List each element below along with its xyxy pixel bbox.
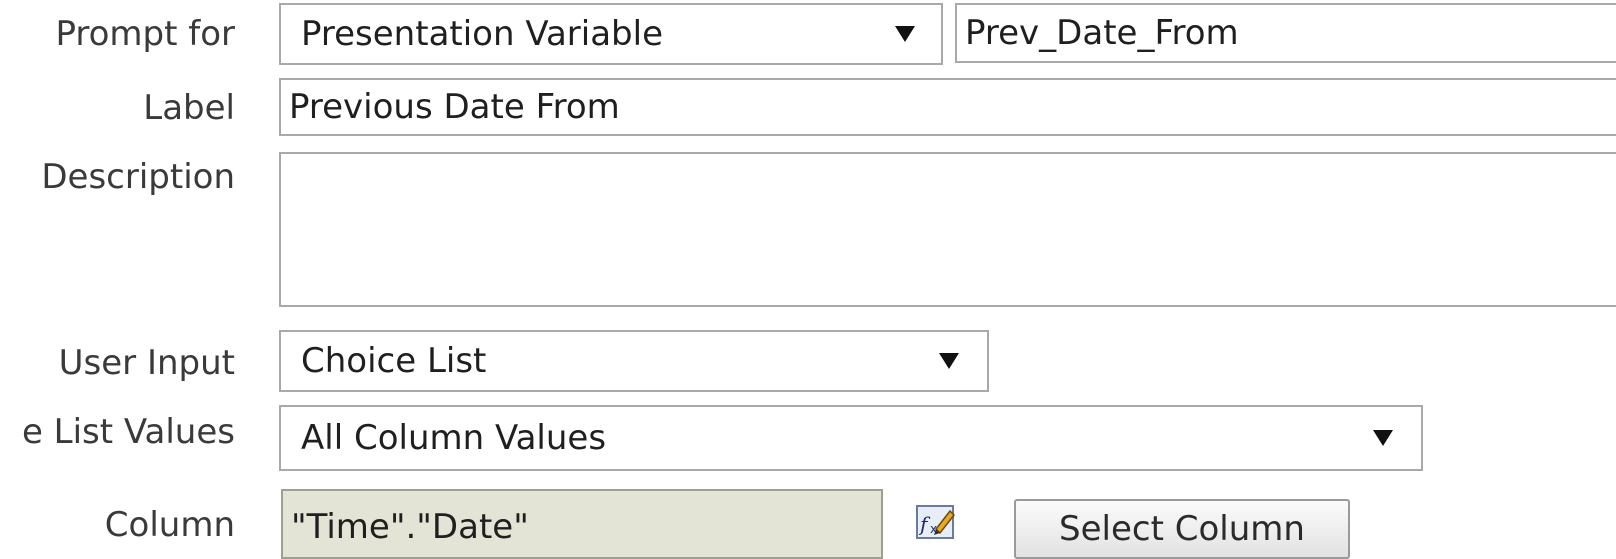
user-input-value: Choice List <box>301 341 487 381</box>
user-input-select[interactable]: Choice List <box>279 330 989 392</box>
chevron-down-icon <box>1373 430 1393 446</box>
description-label: Description <box>41 157 235 197</box>
prompt-for-type-value: Presentation Variable <box>301 14 663 54</box>
chevron-down-icon <box>939 353 959 369</box>
select-column-button[interactable]: Select Column <box>1014 499 1350 559</box>
user-input-label: User Input <box>58 343 235 383</box>
column-value: "Time"."Date" <box>291 507 529 547</box>
label-label: Label <box>143 88 235 128</box>
list-values-value: All Column Values <box>301 418 607 458</box>
column-label: Column <box>104 505 235 545</box>
chevron-down-icon <box>895 26 915 42</box>
select-column-button-label: Select Column <box>1059 509 1305 549</box>
variable-name-value: Prev_Date_From <box>965 13 1239 53</box>
variable-name-input[interactable]: Prev_Date_From <box>955 3 1616 63</box>
prompt-for-label: Prompt for <box>55 14 235 54</box>
prompt-for-type-select[interactable]: Presentation Variable <box>279 3 943 65</box>
label-input[interactable]: Previous Date From <box>279 78 1616 136</box>
column-value-field: "Time"."Date" <box>281 489 883 559</box>
edit-formula-icon[interactable]: f x <box>916 505 956 539</box>
description-textarea[interactable] <box>279 152 1616 307</box>
label-input-value: Previous Date From <box>289 87 620 127</box>
list-values-label: e List Values <box>21 412 235 452</box>
list-values-select[interactable]: All Column Values <box>279 405 1423 471</box>
